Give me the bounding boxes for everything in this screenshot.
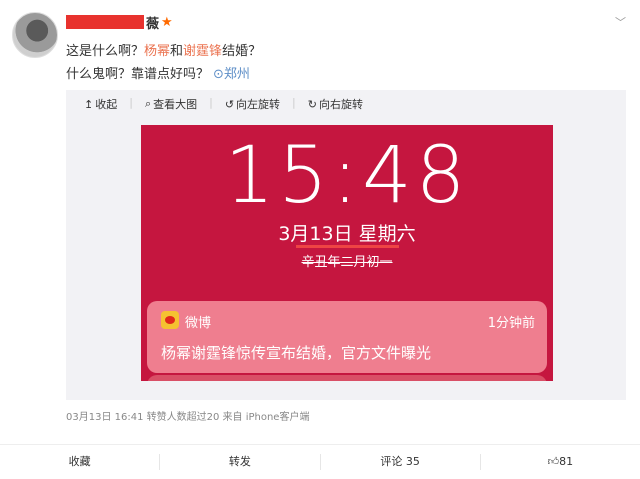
rotate-left-button[interactable]: ↺ 向左旋转	[225, 96, 280, 112]
thumbs-up-icon: 👍︎	[547, 455, 560, 468]
post-text-line-2: 什么鬼啊？靠谱点好吗？ ⊙郑州	[66, 63, 250, 82]
redacted-name-bar	[66, 15, 144, 29]
notification-app-name: 微博	[185, 316, 212, 331]
mention-yangmi-link[interactable]: 杨幂	[144, 44, 170, 59]
comment-label: 评论 35	[380, 455, 420, 468]
image-viewer: ↥ 收起 | ⌕ 查看大图 | ↺ 向左旋转 | ↻ 向右旋转 15:48 3月13日 …	[66, 90, 626, 400]
image-toolbar: ↥ 收起 | ⌕ 查看大图 | ↺ 向左旋转 | ↻ 向右旋转	[84, 96, 363, 112]
location-link[interactable]: ⊙郑州	[213, 67, 250, 82]
post-text-prefix: 这是什么啊？	[66, 44, 145, 59]
weibo-icon	[161, 311, 179, 329]
rotate-left-label: 向左旋转	[236, 98, 281, 111]
view-large-label: 查看大图	[153, 98, 198, 111]
notification-card: 微博 1分钟前 杨幂谢霆锋惊传宣布结婚，官方文件曝光	[147, 301, 547, 373]
mention-xietingfeng-link[interactable]: 谢霆锋	[183, 44, 222, 59]
collapse-label: 收起	[95, 98, 118, 111]
author-name-tail: 薇	[146, 16, 160, 32]
rotate-right-label: 向右旋转	[318, 98, 363, 111]
post-text-suffix: 结婚？	[222, 44, 262, 59]
repost-label: 转发	[228, 455, 251, 468]
favorite-button[interactable]: 收藏	[0, 454, 161, 470]
view-large-button[interactable]: ⌕ 查看大图	[145, 96, 197, 112]
action-bar: 收藏 转发 评论 35 👍︎81	[0, 444, 640, 479]
like-count: 81	[559, 455, 574, 468]
notification-time: 1分钟前	[487, 316, 535, 331]
notification-stack-edge	[147, 375, 547, 381]
rotate-right-button[interactable]: ↻ 向右旋转	[308, 96, 363, 112]
chevron-down-icon[interactable]: ﹀	[615, 14, 626, 30]
rotate-left-icon: ↺	[224, 97, 235, 111]
avatar[interactable]	[12, 12, 58, 58]
author-name[interactable]: 薇 ★	[66, 13, 173, 32]
lockscreen-image[interactable]: 15:48 3月13日 星期六 辛丑年二月初一 微博 1分钟前 杨幂谢霆锋惊传宣…	[141, 125, 553, 381]
post-text-line-1: 这是什么啊？杨幂和谢霆锋结婚？	[66, 40, 261, 59]
favorite-label: 收藏	[68, 455, 91, 468]
comment-button[interactable]: 评论 35	[321, 454, 481, 470]
lockscreen-lunar-date: 辛丑年二月初一	[301, 255, 393, 270]
notification-message: 杨幂谢霆锋惊传宣布结婚，官方文件曝光	[161, 344, 432, 362]
post-text-line-2-body: 什么鬼啊？靠谱点好吗？	[66, 67, 210, 82]
toolbar-divider: |	[129, 96, 133, 109]
search-icon: ⌕	[144, 97, 152, 110]
toolbar-divider: |	[209, 96, 213, 109]
like-button[interactable]: 👍︎81	[481, 454, 640, 470]
collapse-button[interactable]: ↥ 收起	[84, 96, 117, 112]
vip-star-icon: ★	[161, 14, 173, 30]
post-meta: 03月13日 16:41 转赞人数超过20 来自 iPhone客户端	[66, 412, 310, 423]
collapse-icon: ↥	[84, 97, 94, 111]
location-pin-icon: ⊙	[213, 67, 224, 82]
repost-button[interactable]: 转发	[160, 454, 321, 470]
red-underline-mark	[296, 245, 399, 248]
lockscreen-date: 3月13日 星期六	[278, 223, 416, 245]
rotate-right-icon: ↻	[307, 97, 317, 111]
toolbar-divider: |	[292, 96, 296, 109]
lockscreen-time: 15:48	[224, 131, 470, 221]
post-text-and: 和	[170, 44, 184, 59]
location-label: 郑州	[223, 67, 250, 82]
